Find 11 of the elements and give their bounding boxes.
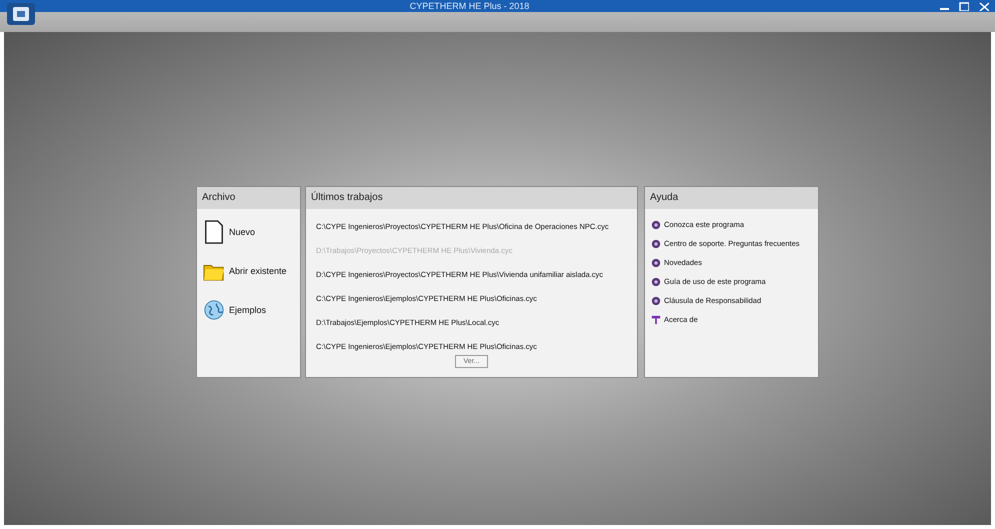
panel-header: Archivo — [197, 187, 300, 209]
file-action[interactable]: Ejemplos — [203, 297, 294, 323]
close-icon[interactable] — [979, 2, 989, 10]
window-title: CYPETHERM HE Plus - 2018 — [408, 1, 530, 11]
panel-header: Ayuda — [645, 187, 818, 209]
file-action[interactable]: Abrir existente — [203, 258, 294, 284]
file-action[interactable]: Nuevo — [203, 219, 294, 245]
app-icon[interactable] — [6, 1, 36, 27]
maximize-icon[interactable] — [959, 2, 969, 10]
document-icon — [203, 219, 225, 245]
panel-header: Últimos trabajos — [306, 187, 637, 209]
